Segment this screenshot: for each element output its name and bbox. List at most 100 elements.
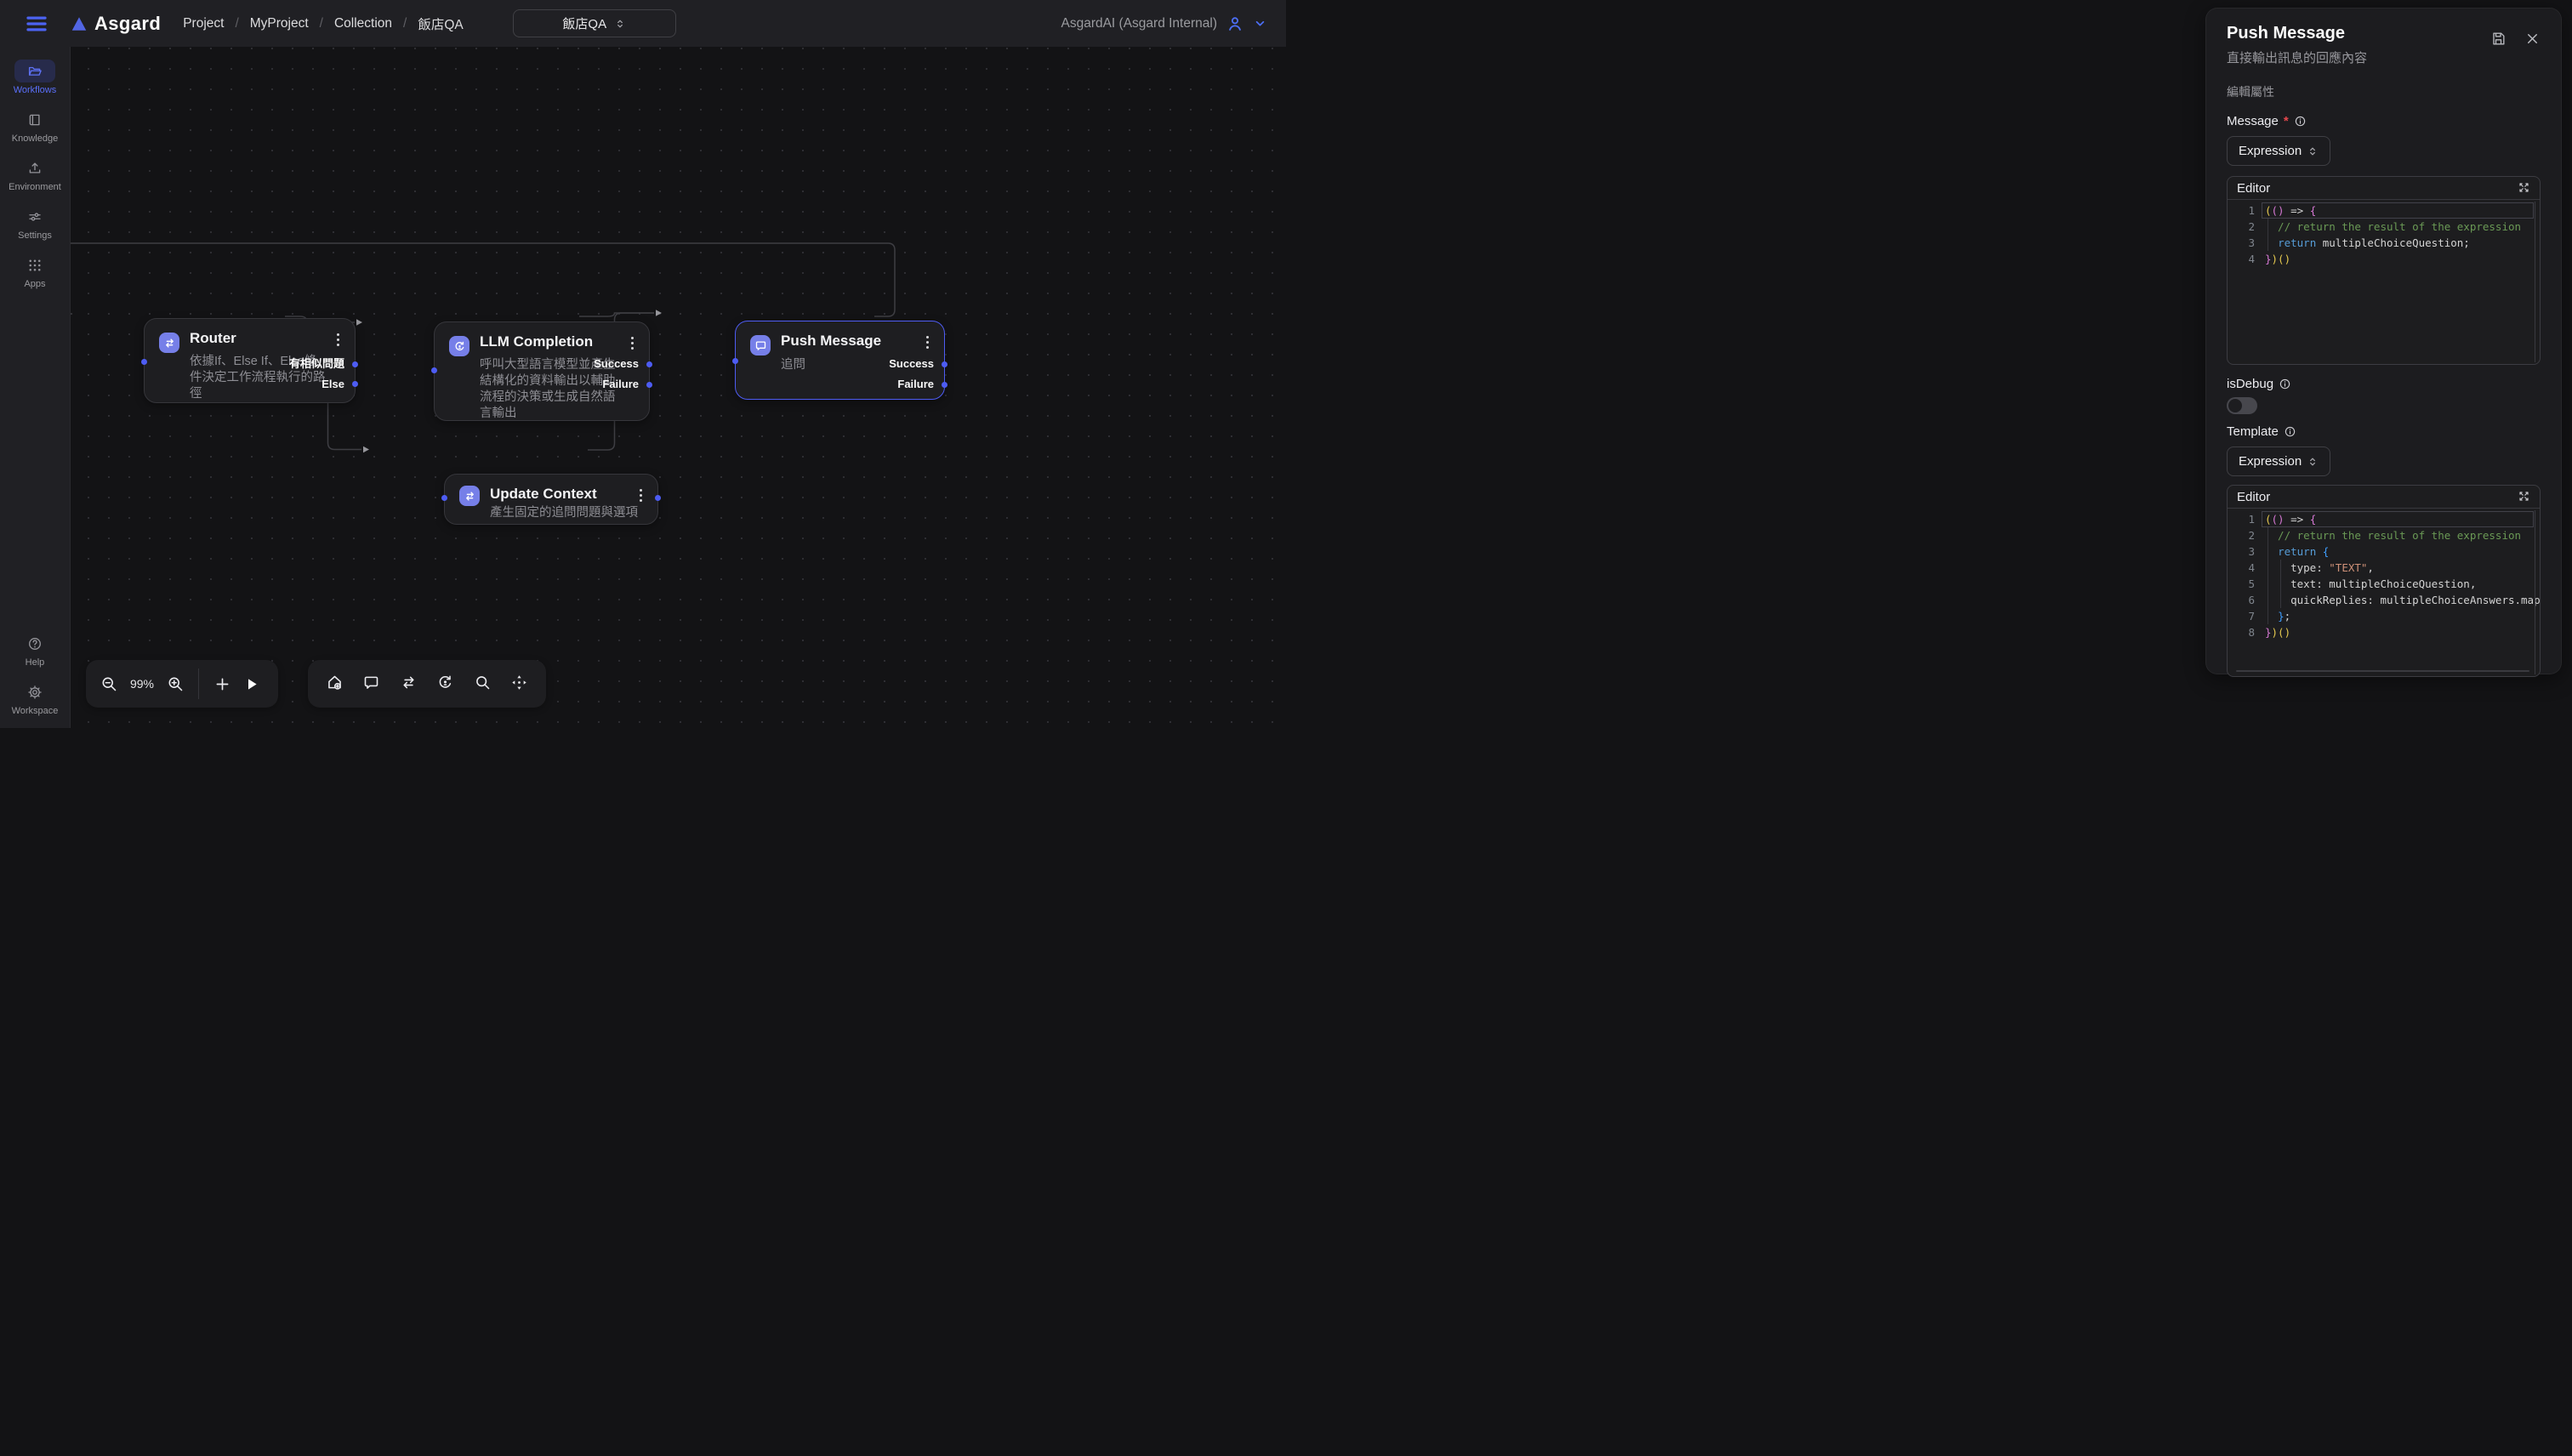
code-line: 2 // return the result of the expression [2228, 527, 2540, 543]
refresh-bulb-button[interactable] [436, 674, 455, 693]
sidebar-item-knowledge[interactable]: Knowledge [9, 108, 61, 144]
chevron-down-icon [1253, 16, 1267, 31]
node-menu-button[interactable] [629, 335, 635, 351]
node-router[interactable]: Router 依據If、Else If、Else條件決定工作流程執行的路徑 有相… [144, 318, 356, 403]
sidebar: Workflows Knowledge Environment Settings App… [0, 47, 71, 728]
close-button[interactable] [2524, 31, 2541, 48]
save-icon [2490, 31, 2507, 47]
sidebar-item-workspace[interactable]: Workspace [12, 680, 59, 716]
info-icon[interactable] [2279, 378, 2291, 390]
select-chevrons-icon [614, 18, 626, 30]
line-number: 2 [2228, 527, 2255, 543]
input-port[interactable] [732, 358, 738, 364]
sidebar-item-settings[interactable]: Settings [9, 205, 61, 241]
output-port[interactable] [352, 381, 358, 387]
output-port[interactable] [942, 382, 947, 388]
line-number: 6 [2228, 592, 2255, 608]
sidebar-item-label: Apps [24, 279, 45, 289]
output-label: Else [322, 377, 344, 392]
workflow-selector[interactable]: 飯店QA [513, 9, 676, 37]
refresh-bulb-icon [436, 674, 454, 694]
expand-editor-button[interactable] [2517, 181, 2530, 195]
template-field-label: Template [2227, 423, 2541, 440]
info-icon[interactable] [2294, 115, 2307, 128]
output-port[interactable] [352, 361, 358, 367]
input-port[interactable] [141, 359, 147, 365]
output-label: Success [594, 356, 639, 372]
breadcrumb-item[interactable]: 飯店QA [418, 14, 463, 33]
template-type-select[interactable]: Expression [2227, 446, 2330, 476]
person-icon [1226, 14, 1244, 33]
move-diamond-button[interactable] [510, 674, 529, 693]
swap-arrows-icon [400, 674, 418, 694]
node-menu-button[interactable] [925, 334, 930, 350]
expand-editor-button[interactable] [2517, 490, 2530, 503]
chat-bubble-button[interactable] [362, 674, 381, 693]
account-label: AsgardAI (Asgard Internal) [1061, 16, 1217, 31]
line-number: 4 [2228, 560, 2255, 576]
breadcrumb-separator: / [320, 16, 323, 31]
breadcrumb: Project/MyProject/Collection/飯店QA [183, 14, 464, 33]
add-node-button[interactable] [213, 674, 231, 693]
sidebar-item-environment[interactable]: Environment [9, 156, 61, 192]
input-port[interactable] [441, 495, 447, 501]
home-add-icon [326, 674, 344, 694]
output-port[interactable] [942, 361, 947, 367]
node-config-panel: Push Message 直接輸出訊息的回應內容 編輯屬性 Message* E… [2205, 8, 2562, 674]
sliders-icon [27, 209, 43, 225]
breadcrumb-item[interactable]: MyProject [250, 16, 309, 31]
sidebar-item-help[interactable]: Help [12, 632, 59, 668]
code-line: 5 text: multipleChoiceQuestion, [2228, 576, 2540, 592]
book-icon [27, 112, 43, 128]
expand-icon [2518, 181, 2530, 194]
info-icon[interactable] [2284, 425, 2296, 438]
save-button[interactable] [2489, 31, 2507, 48]
top-bar: Asgard Project/MyProject/Collection/飯店QA… [0, 0, 1286, 47]
node-menu-button[interactable] [638, 487, 644, 503]
output-port[interactable] [655, 495, 661, 501]
canvas-node-toolbar [308, 660, 546, 708]
output-label: Success [889, 356, 934, 372]
input-port[interactable] [431, 367, 437, 373]
message-type-select[interactable]: Expression [2227, 136, 2330, 166]
breadcrumb-item[interactable]: Collection [334, 16, 392, 31]
code-editor[interactable]: 1(() => {2 // return the result of the e… [2228, 200, 2540, 364]
code-editor[interactable]: 1(() => {2 // return the result of the e… [2228, 509, 2540, 676]
output-label: 有相似問題 [289, 356, 344, 372]
select-chevrons-icon [2307, 456, 2319, 468]
node-menu-button[interactable] [335, 332, 341, 348]
sidebar-item-apps[interactable]: Apps [9, 253, 61, 289]
output-port[interactable] [646, 382, 652, 388]
folder-icon [27, 64, 43, 79]
expand-icon [2518, 490, 2530, 503]
output-label: Failure [602, 377, 639, 392]
sidebar-item-label: Knowledge [12, 134, 58, 144]
logo-triangle-icon [70, 14, 88, 33]
output-port[interactable] [646, 361, 652, 367]
account-menu[interactable]: AsgardAI (Asgard Internal) [1061, 14, 1267, 33]
zoom-in-button[interactable] [166, 674, 185, 693]
zoom-out-icon [100, 675, 118, 693]
sidebar-item-label: Environment [9, 182, 61, 192]
code-line: 8})() [2228, 624, 2540, 640]
code-line: 1(() => { [2228, 202, 2540, 219]
swap-arrows-button[interactable] [399, 674, 418, 693]
sidebar-item-workflows[interactable]: Workflows [9, 60, 61, 95]
isdebug-toggle[interactable] [2227, 397, 2257, 414]
section-label: 編輯屬性 [2227, 83, 2541, 100]
template-expression-editor: Editor 1(() => {2 // return the result o… [2227, 485, 2541, 677]
zoom-level: 99% [128, 677, 156, 691]
zoom-out-button[interactable] [100, 674, 118, 693]
search-button[interactable] [473, 674, 492, 693]
node-update-context[interactable]: Update Context 產生固定的追問問題與選項 [444, 474, 658, 525]
breadcrumb-item[interactable]: Project [183, 16, 224, 31]
node-llm-completion[interactable]: LLM Completion 呼叫大型語言模型並產生結構化的資料輸出以輔助流程的… [434, 321, 650, 421]
node-push-message[interactable]: Push Message 追問 Success Failure [735, 321, 945, 400]
home-add-button[interactable] [325, 674, 344, 693]
upload-icon [27, 161, 43, 176]
menu-icon[interactable] [24, 11, 49, 37]
workflow-canvas[interactable]: Router 依據If、Else If、Else條件決定工作流程執行的路徑 有相… [71, 47, 1286, 728]
run-workflow-button[interactable] [242, 674, 260, 693]
app-logo: Asgard [70, 13, 161, 35]
node-title: Router [190, 330, 236, 347]
